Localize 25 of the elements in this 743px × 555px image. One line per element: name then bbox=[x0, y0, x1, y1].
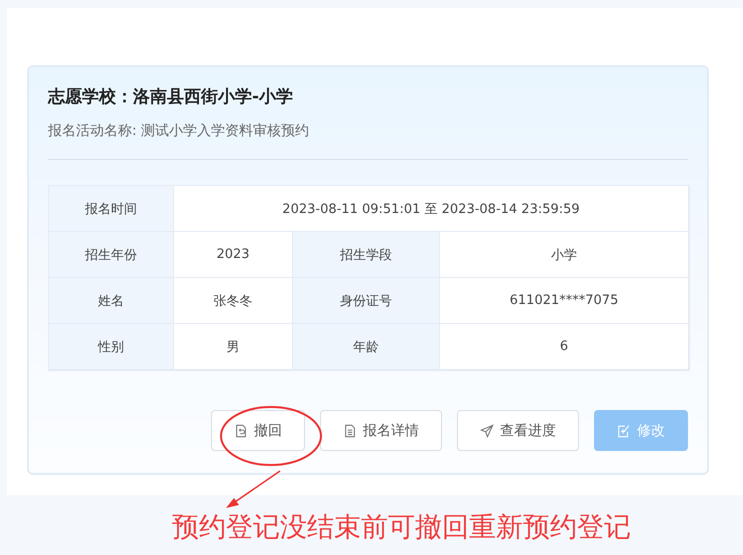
action-button[interactable]: 查看进度 bbox=[457, 410, 579, 451]
action-button[interactable]: 撤回 bbox=[211, 410, 305, 451]
table-cell: 6 bbox=[440, 324, 689, 370]
table-header-cell: 招生学段 bbox=[293, 232, 440, 278]
annotation-arrow bbox=[226, 470, 280, 508]
action-button[interactable]: 报名详情 bbox=[320, 410, 442, 451]
table-cell: 2023-08-11 09:51:01 至 2023-08-14 23:59:59 bbox=[174, 186, 689, 232]
table-header-cell: 姓名 bbox=[49, 278, 174, 324]
annotation-text: 预约登记没结束前可撤回重新预约登记 bbox=[172, 511, 631, 545]
table-cell: 男 bbox=[174, 324, 293, 370]
paper-plane-icon bbox=[480, 424, 494, 438]
document-icon bbox=[343, 424, 357, 438]
table-header-cell: 性别 bbox=[49, 324, 174, 370]
table-cell: 611021****7075 bbox=[440, 278, 689, 324]
activity-name: 报名活动名称: 测试小学入学资料审核预约 bbox=[48, 122, 310, 141]
document-undo-icon bbox=[234, 424, 248, 438]
table-cell: 小学 bbox=[440, 232, 689, 278]
table-header-cell: 年龄 bbox=[293, 324, 440, 370]
table-header-cell: 招生年份 bbox=[49, 232, 174, 278]
table-cell: 2023 bbox=[174, 232, 293, 278]
edit-icon bbox=[617, 424, 631, 438]
table-cell: 张冬冬 bbox=[174, 278, 293, 324]
table-header-cell: 身份证号 bbox=[293, 278, 440, 324]
school-title: 志愿学校：洛南县西街小学-小学 bbox=[48, 86, 294, 109]
table-header-cell: 报名时间 bbox=[49, 186, 174, 232]
